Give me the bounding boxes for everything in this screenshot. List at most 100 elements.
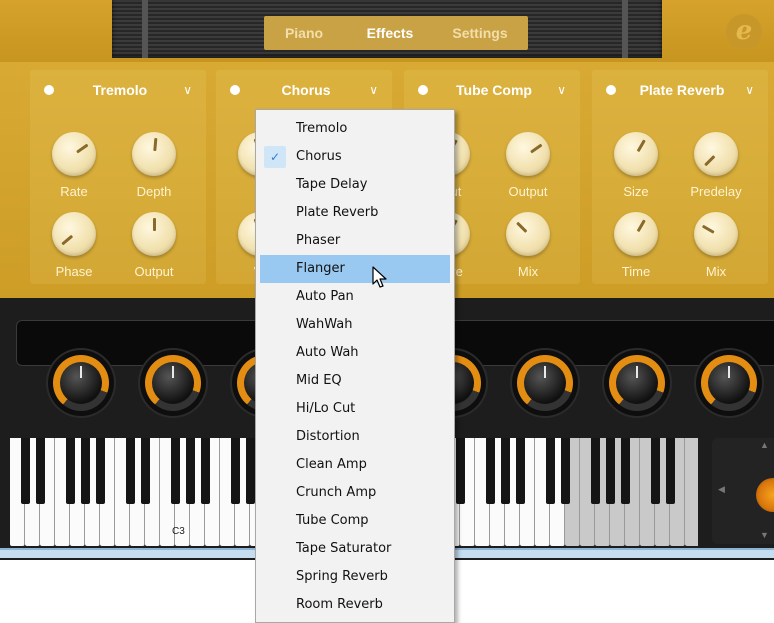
piano-black-key[interactable] xyxy=(606,438,615,504)
power-toggle[interactable] xyxy=(418,85,428,95)
effect-name: Chorus xyxy=(281,82,331,98)
tab-effects[interactable]: Effects xyxy=(350,16,430,50)
piano-knob-6[interactable] xyxy=(604,350,670,416)
piano-black-key[interactable] xyxy=(456,438,465,504)
tab-piano[interactable]: Piano xyxy=(264,16,344,50)
piano-black-key[interactable] xyxy=(66,438,75,504)
grille-strap-left xyxy=(142,0,148,58)
effect-type-dropdown-menu: Tremolo ✓ Chorus Tape Delay Plate Reverb … xyxy=(255,109,455,623)
grille-strap-right xyxy=(622,0,628,58)
effect-slot-header[interactable]: Tube Comp ∨ xyxy=(404,70,580,110)
knob-mix[interactable] xyxy=(694,212,738,256)
piano-black-key[interactable] xyxy=(561,438,570,504)
piano-knob-2[interactable] xyxy=(140,350,206,416)
knob-mix[interactable] xyxy=(506,212,550,256)
knob-label: Mix xyxy=(517,264,539,279)
knob-label: Phase xyxy=(55,264,93,279)
knob-time[interactable] xyxy=(614,212,658,256)
piano-black-key[interactable] xyxy=(126,438,135,504)
brand-logo: e xyxy=(726,14,762,50)
knob-size[interactable] xyxy=(614,132,658,176)
menu-item-auto-wah[interactable]: Auto Wah xyxy=(260,339,450,367)
xy-pad-handle[interactable] xyxy=(756,478,774,512)
menu-item-flanger[interactable]: Flanger xyxy=(260,255,450,283)
knob-predelay[interactable] xyxy=(694,132,738,176)
chevron-down-icon[interactable]: ∨ xyxy=(369,70,378,110)
knob-label: Time xyxy=(621,264,651,279)
menu-item-tube-comp[interactable]: Tube Comp xyxy=(260,507,450,535)
effect-name: Tremolo xyxy=(92,82,148,98)
menu-item-spring-reverb[interactable]: Spring Reverb xyxy=(260,563,450,591)
menu-item-hi-lo-cut[interactable]: Hi/Lo Cut xyxy=(260,395,450,423)
effect-name: Plate Reverb xyxy=(639,82,725,98)
arrow-up-icon: ▲ xyxy=(760,440,769,450)
top-header: Piano Effects Settings e xyxy=(0,0,774,62)
knob-label: Size xyxy=(623,184,649,199)
piano-black-key[interactable] xyxy=(501,438,510,504)
piano-white-key[interactable] xyxy=(685,438,698,546)
knob-rate[interactable] xyxy=(52,132,96,176)
menu-item-distortion[interactable]: Distortion xyxy=(260,423,450,451)
power-toggle[interactable] xyxy=(44,85,54,95)
piano-black-key[interactable] xyxy=(546,438,555,504)
effect-slot-header[interactable]: Chorus ∨ xyxy=(216,70,392,110)
piano-black-key[interactable] xyxy=(171,438,180,504)
menu-item-plate-reverb[interactable]: Plate Reverb xyxy=(260,199,450,227)
piano-black-key[interactable] xyxy=(621,438,630,504)
piano-black-key[interactable] xyxy=(516,438,525,504)
effect-slot-header[interactable]: Tremolo ∨ xyxy=(30,70,206,110)
knob-depth[interactable] xyxy=(132,132,176,176)
knob-phase[interactable] xyxy=(52,212,96,256)
power-toggle[interactable] xyxy=(606,85,616,95)
knob-output[interactable] xyxy=(132,212,176,256)
piano-black-key[interactable] xyxy=(96,438,105,504)
arrow-down-icon: ▼ xyxy=(760,530,769,540)
knob-label: Output xyxy=(508,184,548,199)
menu-item-room-reverb[interactable]: Room Reverb xyxy=(260,591,450,619)
piano-black-key[interactable] xyxy=(486,438,495,504)
piano-knob-7[interactable] xyxy=(696,350,762,416)
menu-item-tremolo[interactable]: Tremolo xyxy=(260,115,450,143)
piano-knob-5[interactable] xyxy=(512,350,578,416)
menu-item-crunch-amp[interactable]: Crunch Amp xyxy=(260,479,450,507)
menu-item-chorus[interactable]: ✓ Chorus xyxy=(260,143,450,171)
effect-slot-1: Tremolo ∨ Rate Depth Phase Output xyxy=(30,70,206,284)
menu-item-phaser[interactable]: Phaser xyxy=(260,227,450,255)
effect-slot-header[interactable]: Plate Reverb ∨ xyxy=(592,70,768,110)
piano-black-key[interactable] xyxy=(141,438,150,504)
knob-label: Mix xyxy=(705,264,727,279)
knob-label: Output xyxy=(134,264,174,279)
menu-item-mid-eq[interactable]: Mid EQ xyxy=(260,367,450,395)
menu-item-tape-delay[interactable]: Tape Delay xyxy=(260,171,450,199)
piano-black-key[interactable] xyxy=(36,438,45,504)
power-toggle[interactable] xyxy=(230,85,240,95)
menu-item-auto-pan[interactable]: Auto Pan xyxy=(260,283,450,311)
chevron-down-icon[interactable]: ∨ xyxy=(745,70,754,110)
chevron-down-icon[interactable]: ∨ xyxy=(557,70,566,110)
check-icon: ✓ xyxy=(264,146,286,168)
menu-item-tape-saturator[interactable]: Tape Saturator xyxy=(260,535,450,563)
xy-pad[interactable]: ▲ ◀ ▼ xyxy=(712,438,774,544)
tab-settings[interactable]: Settings xyxy=(438,16,522,50)
piano-black-key[interactable] xyxy=(591,438,600,504)
tab-bar: Piano Effects Settings xyxy=(264,16,528,50)
chevron-down-icon[interactable]: ∨ xyxy=(183,70,192,110)
piano-black-key[interactable] xyxy=(231,438,240,504)
piano-knob-1[interactable] xyxy=(48,350,114,416)
piano-black-key[interactable] xyxy=(186,438,195,504)
piano-black-key[interactable] xyxy=(201,438,210,504)
piano-black-key[interactable] xyxy=(246,438,255,504)
knob-label: Predelay xyxy=(690,184,742,199)
piano-black-key[interactable] xyxy=(651,438,660,504)
piano-black-key[interactable] xyxy=(81,438,90,504)
knob-label: Rate xyxy=(60,184,88,199)
knob-output[interactable] xyxy=(506,132,550,176)
pointer-cursor-icon xyxy=(372,266,387,288)
octave-label: C3 xyxy=(172,526,185,537)
menu-item-clean-amp[interactable]: Clean Amp xyxy=(260,451,450,479)
piano-black-key[interactable] xyxy=(21,438,30,504)
arrow-left-icon: ◀ xyxy=(718,484,725,494)
piano-black-key[interactable] xyxy=(666,438,675,504)
effect-name: Tube Comp xyxy=(456,82,532,98)
menu-item-wahwah[interactable]: WahWah xyxy=(260,311,450,339)
